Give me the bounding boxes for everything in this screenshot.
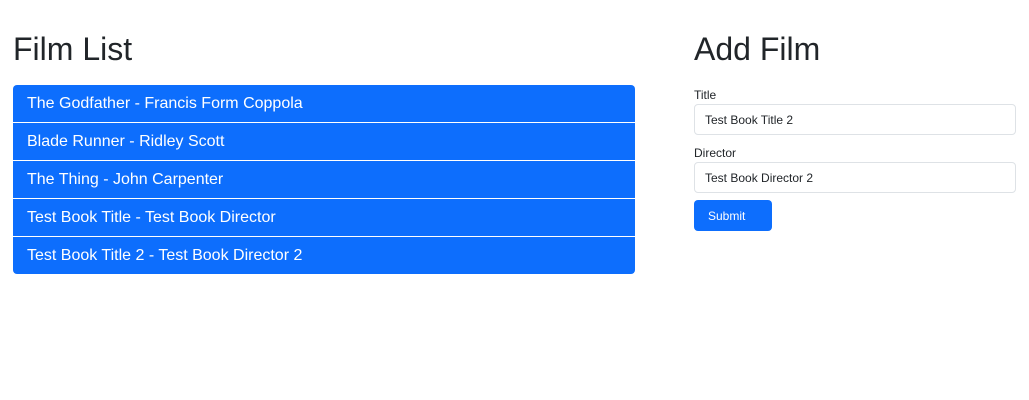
director-field-group: Director [694, 146, 1016, 193]
film-list-section: Film List The Godfather - Francis Form C… [13, 0, 635, 274]
submit-button[interactable]: Submit [694, 200, 772, 231]
title-field-group: Title [694, 88, 1016, 135]
film-list-item[interactable]: Test Book Title - Test Book Director [13, 199, 635, 237]
film-list-item[interactable]: The Godfather - Francis Form Coppola [13, 85, 635, 123]
director-input[interactable] [694, 162, 1016, 193]
add-film-form: Add Film Title Director Submit [694, 0, 1016, 231]
director-label: Director [694, 146, 737, 160]
film-list-item[interactable]: Test Book Title 2 - Test Book Director 2 [13, 237, 635, 274]
add-film-heading: Add Film [694, 31, 821, 67]
film-list-heading: Film List [13, 31, 133, 67]
film-list: The Godfather - Francis Form Coppola Bla… [13, 85, 635, 274]
film-list-item[interactable]: The Thing - John Carpenter [13, 161, 635, 199]
film-list-item[interactable]: Blade Runner - Ridley Scott [13, 123, 635, 161]
title-input[interactable] [694, 104, 1016, 135]
title-label: Title [694, 88, 717, 102]
